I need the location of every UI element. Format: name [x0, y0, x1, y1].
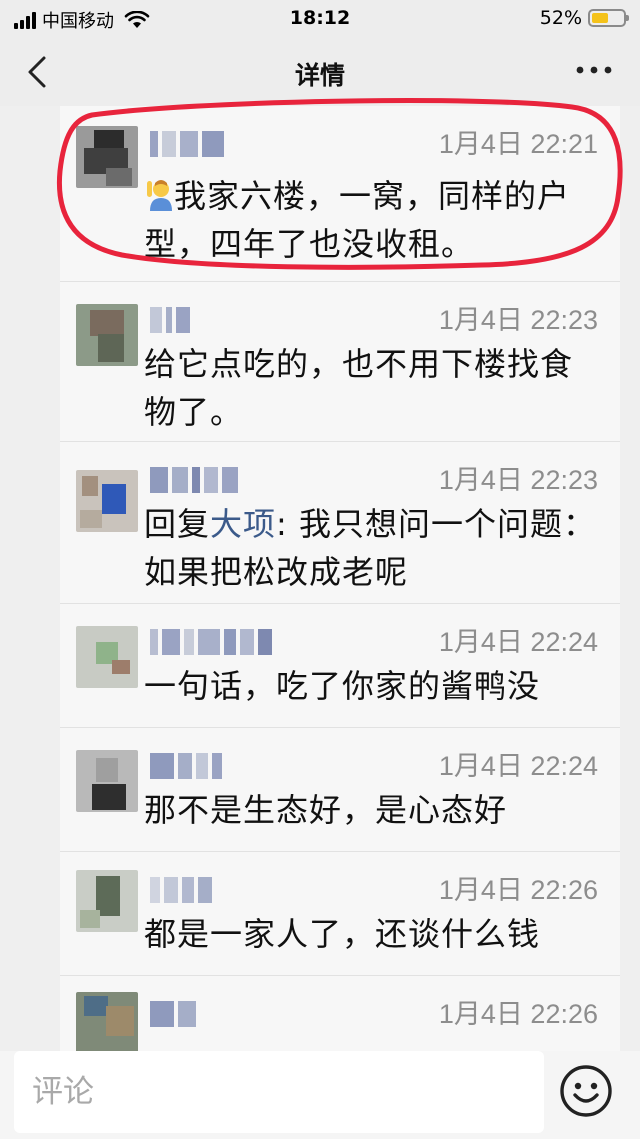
smiley-icon[interactable] — [558, 1063, 614, 1119]
nickname-blurred[interactable] — [150, 874, 212, 906]
comment-time: 1月4日 22:24 — [438, 627, 598, 657]
comment-input-bar — [0, 1051, 640, 1139]
reply-prefix: 回复 — [144, 505, 211, 543]
comment-text: 一句话，吃了你家的酱鸭没 — [144, 667, 541, 705]
avatar[interactable] — [76, 304, 138, 366]
reply-to-name[interactable]: 大项 — [210, 505, 276, 543]
comment-body: 我家六楼，一窝，同样的户型，四年了也没收租。 — [144, 177, 571, 263]
comment-item[interactable]: 1月4日 22:23 给它点吃的，也不用下楼找食物了。 — [60, 282, 620, 442]
nickname-blurred[interactable] — [150, 998, 196, 1030]
battery-percent: 52% — [539, 7, 582, 29]
page-title: 详情 — [294, 61, 345, 90]
comment-item[interactable]: 1月4日 22:24 那不是生态好，是心态好 — [60, 728, 620, 852]
comment-time: 1月4日 22:26 — [438, 999, 598, 1029]
comment-text: 给它点吃的，也不用下楼找食物了。 — [144, 345, 574, 431]
avatar[interactable] — [76, 750, 138, 812]
battery-fill — [592, 13, 608, 23]
nickname-blurred[interactable] — [150, 626, 272, 658]
nickname-blurred[interactable] — [150, 750, 222, 782]
comment-time: 1月4日 22:24 — [438, 751, 598, 781]
comment-input[interactable] — [14, 1051, 544, 1133]
comment-text: 那不是生态好，是心态好 — [144, 791, 508, 829]
nickname-blurred[interactable] — [150, 464, 238, 496]
nickname-blurred[interactable] — [150, 304, 190, 336]
comment-item[interactable]: 1月4日 22:24 一句话，吃了你家的酱鸭没 — [60, 604, 620, 728]
nav-bar: 详情 — [0, 38, 640, 106]
comment-item[interactable]: 1月4日 22:26 都是一家人了，还谈什么钱 — [60, 852, 620, 976]
comment-item[interactable]: 1月4日 22:21 我家六楼，一窝，同样的户型，四年了也没收租。 — [60, 106, 620, 282]
more-dots-icon[interactable] — [574, 60, 614, 80]
comment-text: 回复大项: 我只想问一个问题：如果把松改成老呢 — [144, 500, 604, 596]
avatar[interactable] — [76, 626, 138, 688]
person-raising-hand-emoji — [147, 180, 172, 211]
comment-text: 我家六楼，一窝，同样的户型，四年了也没收租。 — [144, 172, 604, 268]
status-right: 52% — [539, 7, 629, 29]
nickname-blurred[interactable] — [150, 128, 224, 160]
comment-list: 1月4日 22:21 我家六楼，一窝，同样的户型，四年了也没收租。 1月4日 2… — [60, 106, 620, 1051]
comment-time: 1月4日 22:23 — [438, 465, 598, 495]
comment-item[interactable]: 1月4日 22:26 — [60, 976, 620, 1051]
comment-text: 都是一家人了，还谈什么钱 — [144, 915, 541, 953]
comment-time: 1月4日 22:23 — [438, 305, 598, 335]
comment-time: 1月4日 22:21 — [438, 129, 598, 159]
status-bar: 中国移动 18:12 52% — [0, 0, 640, 38]
avatar[interactable] — [76, 470, 138, 532]
avatar[interactable] — [76, 870, 138, 932]
comment-item[interactable]: 1月4日 22:23 回复大项: 我只想问一个问题：如果把松改成老呢 — [60, 442, 620, 604]
avatar[interactable] — [76, 126, 138, 188]
avatar[interactable] — [76, 992, 138, 1051]
battery-icon — [588, 9, 629, 27]
comment-time: 1月4日 22:26 — [438, 875, 598, 905]
